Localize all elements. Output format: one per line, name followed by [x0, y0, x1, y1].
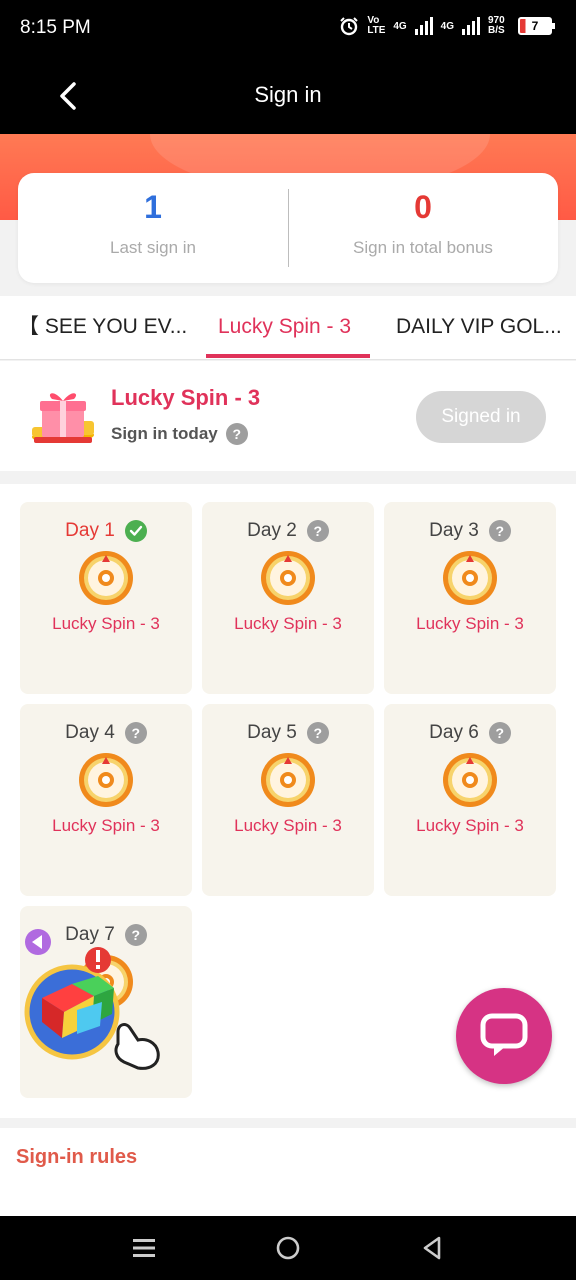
status-bar: 8:15 PM Vo LTE 4G 4G 970 B/S 7	[0, 0, 576, 58]
lucky-wheel-icon	[79, 551, 133, 605]
lucky-wheel-icon	[79, 753, 133, 807]
tab-lucky-spin[interactable]: Lucky Spin - 3	[218, 296, 351, 360]
day-reward: Lucky Spin - 3	[234, 816, 342, 835]
lucky-wheel-icon	[443, 753, 497, 807]
today-subtitle-row: Sign in today ?	[111, 423, 248, 445]
home-circle-icon	[276, 1236, 300, 1260]
gift-icon	[32, 393, 94, 443]
system-nav-bar	[0, 1216, 576, 1280]
alarm-icon	[340, 17, 359, 36]
bonus-label: Sign in total bonus	[353, 238, 493, 257]
question-icon[interactable]: ?	[488, 520, 511, 542]
today-subtitle: Sign in today	[111, 424, 218, 443]
signal-icon	[414, 17, 433, 35]
battery-icon: 7	[518, 17, 555, 35]
bonus-value: 0	[414, 189, 432, 225]
chat-button[interactable]	[456, 988, 552, 1084]
day-card-4[interactable]: Day 4 ? Lucky Spin - 3	[20, 704, 192, 896]
nav-back-button[interactable]	[414, 1230, 450, 1266]
day-card-5[interactable]: Day 5 ? Lucky Spin - 3	[202, 704, 374, 896]
volte-label: Vo LTE	[367, 15, 386, 36]
active-tab-indicator	[206, 354, 370, 358]
last-sign-in-label: Last sign in	[110, 238, 196, 257]
rules-panel: Sign-in rules	[0, 1128, 576, 1216]
bonus-stat: 0 Sign in total bonus	[288, 173, 558, 283]
day-card-2[interactable]: Day 2 ? Lucky Spin - 3	[202, 502, 374, 694]
question-icon[interactable]: ?	[124, 722, 147, 744]
lucky-wheel-icon	[261, 551, 315, 605]
day-reward: Lucky Spin - 3	[416, 816, 524, 835]
signed-in-button[interactable]: Signed in	[416, 391, 546, 443]
triangle-back-icon	[423, 1236, 441, 1260]
nav-menu-button[interactable]	[126, 1230, 162, 1266]
day-card-3[interactable]: Day 3 ? Lucky Spin - 3	[384, 502, 556, 694]
day-header: Day 1	[20, 520, 192, 542]
network-4g-label: 4G	[393, 20, 407, 32]
net-speed: 970 B/S	[488, 15, 505, 36]
day-card-1[interactable]: Day 1 Lucky Spin - 3	[20, 502, 192, 694]
check-icon	[124, 520, 147, 542]
day-header: Day 6 ?	[384, 722, 556, 744]
day-label: Day 2	[247, 520, 297, 541]
day-reward: Lucky Spin - 3	[52, 614, 160, 633]
status-time: 8:15 PM	[20, 17, 91, 38]
floating-game-widget[interactable]	[22, 928, 168, 1078]
day-header: Day 4 ?	[20, 722, 192, 744]
day-label: Day 1	[65, 520, 115, 541]
day-header: Day 2 ?	[202, 520, 374, 542]
app-header: Sign in	[0, 58, 576, 134]
today-reward-title: Lucky Spin - 3	[111, 385, 261, 410]
day-header: Day 5 ?	[202, 722, 374, 744]
sign-in-rules-title[interactable]: Sign-in rules	[16, 1146, 137, 1169]
battery-level: 7	[531, 19, 539, 33]
day-card-6[interactable]: Day 6 ? Lucky Spin - 3	[384, 704, 556, 896]
day-reward: Lucky Spin - 3	[416, 614, 524, 633]
page-title: Sign in	[254, 82, 322, 107]
day-label: Day 4	[65, 722, 115, 743]
lucky-wheel-icon	[443, 551, 497, 605]
nav-home-button[interactable]	[270, 1230, 306, 1266]
tab-daily-vip[interactable]: DAILY VIP GOL...	[396, 296, 562, 360]
day-label: Day 6	[429, 722, 479, 743]
question-icon[interactable]: ?	[306, 722, 329, 744]
chat-icon	[480, 1013, 528, 1056]
day-label: Day 5	[247, 722, 297, 743]
day-reward: Lucky Spin - 3	[52, 816, 160, 835]
status-icons: Vo LTE 4G 4G 970 B/S 7	[339, 15, 555, 36]
day-label: Day 3	[429, 520, 479, 541]
question-icon[interactable]: ?	[225, 423, 248, 445]
last-sign-in-stat: 1 Last sign in	[18, 173, 288, 283]
signal-icon-2	[462, 17, 480, 35]
menu-icon	[133, 1239, 155, 1257]
summary-card: 1 Last sign in 0 Sign in total bonus	[18, 173, 558, 283]
today-panel: Lucky Spin - 3 Sign in today ? Signed in	[0, 361, 576, 471]
question-icon[interactable]: ?	[488, 722, 511, 744]
network-4g-label-2: 4G	[440, 20, 454, 32]
question-icon[interactable]: ?	[306, 520, 329, 542]
day-header: Day 3 ?	[384, 520, 556, 542]
day-reward: Lucky Spin - 3	[234, 614, 342, 633]
tab-see-you[interactable]: 【 SEE YOU EV...	[18, 296, 187, 360]
reward-tabs: 【 SEE YOU EV... Lucky Spin - 3 DAILY VIP…	[0, 296, 576, 360]
lucky-wheel-icon	[261, 753, 315, 807]
last-sign-in-value: 1	[144, 189, 162, 225]
